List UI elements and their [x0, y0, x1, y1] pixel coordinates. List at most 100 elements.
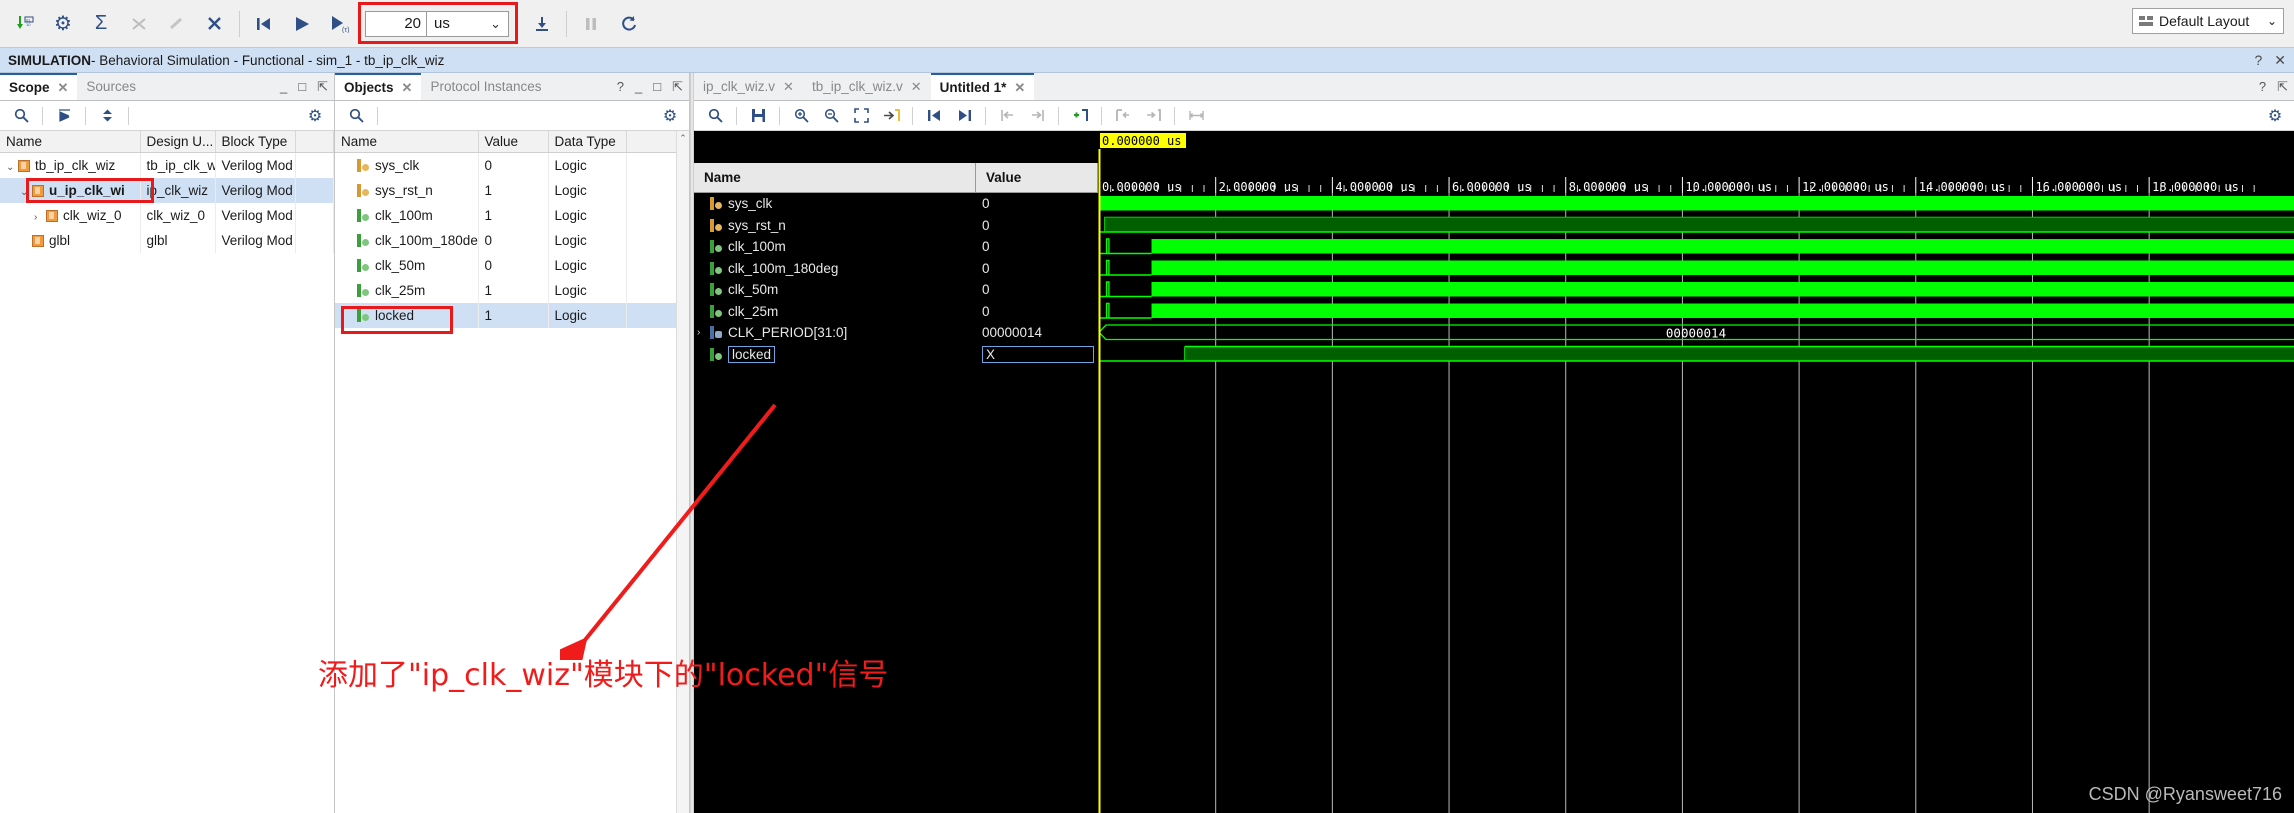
step-icon[interactable] — [523, 4, 561, 44]
objects-row-name-cell[interactable]: sys_rst_n — [335, 177, 479, 203]
scope-col-name[interactable]: Name — [0, 131, 141, 153]
collapse-all-icon[interactable] — [51, 104, 77, 128]
save-waveform-icon[interactable] — [745, 104, 771, 128]
chevron-right-icon[interactable]: › — [34, 212, 46, 223]
waveform-col-name-header[interactable]: Name — [694, 163, 976, 193]
objects-row-name-cell[interactable]: clk_100m — [335, 202, 479, 228]
run-all-icon[interactable] — [283, 4, 321, 44]
float-icon[interactable]: ⇱ — [317, 79, 328, 95]
tab-objects[interactable]: Objects ✕ — [335, 73, 422, 100]
measure-time-icon[interactable] — [1183, 104, 1209, 128]
objects-scrollbar[interactable]: ⌃ — [676, 131, 689, 813]
tab-ip-clk-wiz-v[interactable]: ip_clk_wiz.v ✕ — [694, 73, 803, 100]
tab-scope[interactable]: Scope ✕ — [0, 73, 78, 100]
breakpoint-disabled-icon[interactable] — [120, 4, 158, 44]
objects-table-row[interactable]: clk_100m_180de 0 Logic — [335, 227, 689, 253]
tab-protocol-instances[interactable]: Protocol Instances — [421, 73, 550, 100]
scope-tree-row[interactable]: ⌄ u_ip_clk_wi ip_clk_wiz Verilog Mod — [0, 177, 334, 203]
step-into-icon[interactable]: 01 10 — [6, 4, 44, 44]
waveform-col-value-header[interactable]: Value — [976, 163, 1098, 193]
run-time-input[interactable]: 20 — [365, 10, 427, 37]
settings-gear-icon[interactable]: ⚙ — [44, 4, 82, 44]
run-for-time-icon[interactable]: (τ) — [321, 4, 359, 44]
tab-untitled-1[interactable]: Untitled 1* ✕ — [930, 73, 1035, 100]
search-icon[interactable] — [343, 104, 369, 128]
objects-table-row[interactable]: sys_clk 0 Logic — [335, 152, 689, 178]
next-transition-icon[interactable] — [1024, 104, 1050, 128]
close-icon[interactable]: ✕ — [1014, 80, 1025, 96]
gear-icon[interactable]: ⚙ — [302, 104, 328, 128]
objects-row-name-cell[interactable]: clk_50m — [335, 252, 479, 278]
maximize-icon[interactable]: □ — [298, 79, 306, 95]
waveform-signal-row[interactable]: clk_25m — [694, 301, 976, 323]
chevron-down-icon[interactable]: ⌄ — [20, 187, 32, 198]
relaunch-sigma-icon[interactable]: Σ — [82, 4, 120, 44]
go-to-end-icon[interactable] — [951, 104, 977, 128]
go-to-time-icon[interactable] — [878, 104, 904, 128]
scope-row-name-cell[interactable]: glbl — [0, 227, 141, 253]
waveform-signal-row[interactable]: sys_rst_n — [694, 215, 976, 237]
scope-tree-row[interactable]: glbl glbl Verilog Mod — [0, 227, 334, 253]
objects-row-name-cell[interactable]: clk_100m_180de — [335, 227, 479, 253]
pause-icon[interactable] — [572, 4, 610, 44]
help-icon[interactable]: ? — [2254, 52, 2262, 69]
objects-col-value[interactable]: Value — [478, 131, 549, 153]
restart-icon[interactable] — [245, 4, 283, 44]
gear-icon[interactable]: ⚙ — [2262, 104, 2288, 128]
objects-table-row[interactable]: sys_rst_n 1 Logic — [335, 177, 689, 203]
zoom-in-icon[interactable] — [788, 104, 814, 128]
chevron-down-icon[interactable]: ⌄ — [6, 162, 18, 173]
waveform-signal-row[interactable]: clk_100m — [694, 236, 976, 258]
scope-row-name-cell[interactable]: › clk_wiz_0 — [0, 202, 141, 228]
objects-table-row[interactable]: locked 1 Logic — [335, 302, 689, 328]
previous-transition-icon[interactable] — [994, 104, 1020, 128]
go-to-start-icon[interactable] — [921, 104, 947, 128]
scope-row-name-cell[interactable]: ⌄ u_ip_clk_wi — [0, 177, 141, 203]
float-icon[interactable]: ⇱ — [2277, 79, 2288, 95]
scope-col-design-unit[interactable]: Design U... — [140, 131, 216, 153]
restart-simulation-icon[interactable] — [610, 4, 648, 44]
waveform-canvas[interactable]: 0.000000 us 0.000000 us 2.000000 us 4.00000… — [1098, 131, 2294, 813]
float-icon[interactable]: ⇱ — [672, 79, 683, 95]
waveform-signal-row[interactable]: sys_clk — [694, 193, 976, 215]
remove-breakpoints-icon[interactable] — [196, 4, 234, 44]
objects-table-row[interactable]: clk_25m 1 Logic — [335, 277, 689, 303]
scope-tree-row[interactable]: ⌄ tb_ip_clk_wiz tb_ip_clk_wi Verilog Mod — [0, 152, 334, 178]
close-icon[interactable]: ✕ — [911, 79, 922, 95]
help-icon[interactable]: ? — [617, 79, 624, 95]
minimize-icon[interactable]: _ — [280, 79, 287, 95]
scroll-up-icon[interactable]: ⌃ — [677, 131, 689, 144]
zoom-fit-icon[interactable] — [848, 104, 874, 128]
objects-row-name-cell[interactable]: locked — [335, 302, 479, 328]
gear-icon[interactable]: ⚙ — [657, 104, 683, 128]
layout-select[interactable]: Default Layout ⌄ — [2132, 8, 2284, 34]
next-marker-icon[interactable] — [1140, 104, 1166, 128]
waveform-signal-row[interactable]: clk_100m_180deg — [694, 258, 976, 280]
objects-table-row[interactable]: clk_100m 1 Logic — [335, 202, 689, 228]
tab-sources[interactable]: Sources — [77, 73, 145, 100]
minimize-icon[interactable]: _ — [635, 79, 642, 95]
disable-breakpoints-icon[interactable] — [158, 4, 196, 44]
help-icon[interactable]: ? — [2259, 79, 2266, 95]
close-icon[interactable]: ✕ — [402, 80, 413, 96]
run-time-unit-select[interactable]: us ⌄ — [427, 10, 509, 37]
objects-row-name-cell[interactable]: sys_clk — [335, 152, 479, 178]
waveform-signal-row[interactable]: locked — [694, 344, 976, 366]
scope-row-name-cell[interactable]: ⌄ tb_ip_clk_wiz — [0, 152, 141, 178]
tab-tb-ip-clk-wiz-v[interactable]: tb_ip_clk_wiz.v ✕ — [803, 73, 931, 100]
search-icon[interactable] — [702, 104, 728, 128]
objects-table-row[interactable]: clk_50m 0 Logic — [335, 252, 689, 278]
objects-row-name-cell[interactable]: clk_25m — [335, 277, 479, 303]
waveform-signal-row[interactable]: clk_50m — [694, 279, 976, 301]
search-icon[interactable] — [8, 104, 34, 128]
add-marker-icon[interactable] — [1067, 104, 1093, 128]
waveform-signal-row[interactable]: › CLK_PERIOD[31:0] — [694, 322, 976, 344]
chevron-right-icon[interactable]: › — [697, 327, 710, 338]
objects-col-name[interactable]: Name — [335, 131, 479, 153]
objects-col-data-type[interactable]: Data Type — [548, 131, 627, 153]
close-icon[interactable]: ✕ — [58, 80, 69, 96]
close-icon[interactable]: ✕ — [2274, 52, 2286, 69]
maximize-icon[interactable]: □ — [653, 79, 661, 95]
scope-col-block-type[interactable]: Block Type — [215, 131, 296, 153]
scope-tree-row[interactable]: › clk_wiz_0 clk_wiz_0 Verilog Mod — [0, 202, 334, 228]
